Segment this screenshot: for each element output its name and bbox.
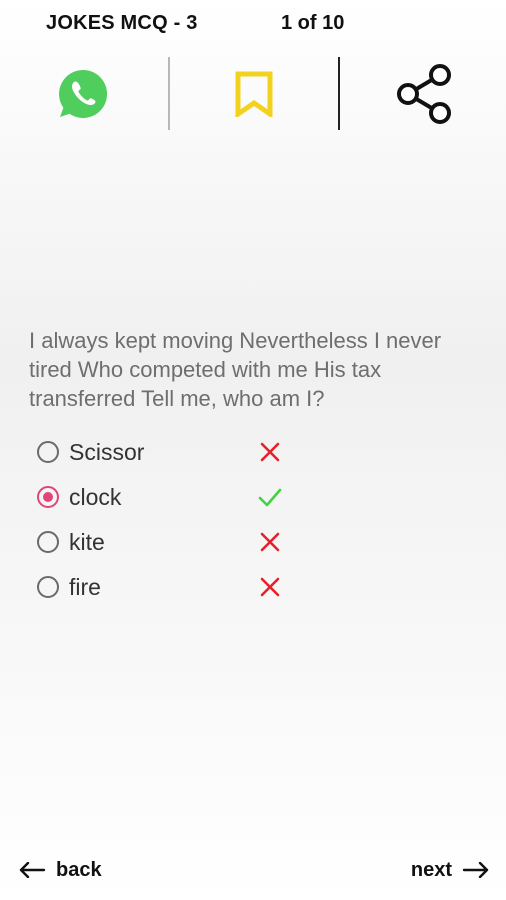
option-label: clock — [69, 483, 122, 510]
radio-button[interactable] — [37, 531, 59, 553]
whatsapp-share-button[interactable] — [49, 60, 117, 128]
share-button[interactable] — [390, 60, 458, 128]
option-label: Scissor — [69, 438, 145, 465]
next-label: next — [410, 858, 452, 881]
whatsapp-icon — [59, 69, 108, 118]
bookmark-button[interactable] — [220, 60, 288, 128]
bookmark-icon — [235, 71, 273, 117]
arrow-right-icon — [462, 862, 489, 878]
correct-mark-icon — [258, 488, 282, 507]
wrong-mark-icon — [260, 532, 280, 552]
next-button[interactable]: next — [411, 856, 490, 884]
back-button[interactable]: back — [18, 856, 102, 884]
option-label: kite — [69, 528, 105, 555]
page-title: JOKES MCQ - 3 — [46, 12, 198, 34]
share-icon — [397, 64, 451, 124]
wrong-mark-icon — [260, 442, 280, 462]
toolbar-divider — [338, 57, 340, 130]
arrow-left-icon — [19, 862, 46, 878]
question-text: I always kept moving Nevertheless I neve… — [29, 328, 442, 411]
radio-button-selected[interactable] — [37, 486, 59, 508]
wrong-mark-icon — [260, 577, 280, 597]
radio-button[interactable] — [37, 576, 59, 598]
toolbar-divider — [168, 57, 170, 130]
radio-button[interactable] — [37, 441, 59, 463]
option-label: fire — [69, 573, 101, 600]
back-label: back — [56, 858, 102, 881]
question-counter: 1 of 10 — [281, 12, 345, 34]
